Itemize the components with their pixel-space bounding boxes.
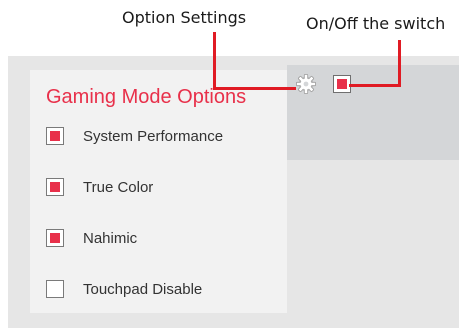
option-checkbox[interactable] (46, 127, 64, 145)
on-off-connector (398, 40, 401, 87)
option-settings-callout: Option Settings (122, 8, 247, 27)
option-label: Touchpad Disable (83, 280, 203, 298)
option-label: Nahimic (83, 229, 138, 247)
gear-icon[interactable] (295, 73, 317, 95)
option-label: System Performance (83, 127, 224, 145)
option-checkbox[interactable] (46, 229, 64, 247)
option-nahimic[interactable]: Nahimic (46, 227, 137, 249)
option-touchpad-disable[interactable]: Touchpad Disable (46, 278, 202, 300)
option-checkbox[interactable] (46, 280, 64, 298)
option-settings-connector (213, 32, 216, 90)
option-true-color[interactable]: True Color (46, 176, 153, 198)
on-off-connector (349, 84, 401, 87)
panel-title: Gaming Mode Options (46, 86, 247, 108)
switch-on-indicator (337, 79, 347, 89)
option-checkbox[interactable] (46, 178, 64, 196)
option-label: True Color (83, 178, 154, 196)
annotated-screenshot: Option Settings On/Off the switch Gaming… (0, 0, 469, 330)
on-off-switch-callout: On/Off the switch (306, 14, 446, 33)
option-system-performance[interactable]: System Performance (46, 125, 223, 147)
